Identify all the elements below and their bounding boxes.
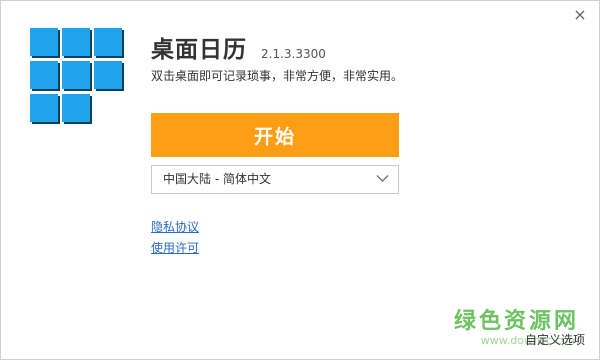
language-select-value: 中国大陆 - 简体中文 (163, 172, 271, 186)
close-icon: × (573, 5, 587, 24)
installer-window: × 桌面日历 2.1.3.3300 双击桌面即可记录琐事，非常方便，非常实用。 … (0, 0, 600, 360)
license-link[interactable]: 使用许可 (151, 240, 199, 256)
logo-tile (94, 61, 122, 89)
start-button[interactable]: 开始 (151, 113, 399, 157)
logo-tile (30, 28, 58, 56)
logo-tile (62, 28, 90, 56)
title-row: 桌面日历 2.1.3.3300 (151, 35, 326, 65)
privacy-policy-link[interactable]: 隐私协议 (151, 219, 199, 235)
app-logo (30, 28, 125, 125)
version-label: 2.1.3.3300 (261, 47, 326, 61)
app-title: 桌面日历 (151, 37, 247, 63)
close-button[interactable]: × (571, 6, 589, 24)
logo-tile (62, 61, 90, 89)
chevron-down-icon (376, 175, 389, 182)
language-select[interactable]: 中国大陆 - 简体中文 (151, 165, 399, 194)
custom-options-link[interactable]: 自定义选项 (525, 333, 585, 347)
logo-tile (94, 28, 122, 56)
logo-tile (30, 94, 58, 122)
logo-tile (30, 61, 58, 89)
logo-tile (62, 94, 90, 122)
watermark-text: 绿色资源网 (453, 309, 579, 334)
app-tagline: 双击桌面即可记录琐事，非常方便，非常实用。 (151, 69, 404, 83)
